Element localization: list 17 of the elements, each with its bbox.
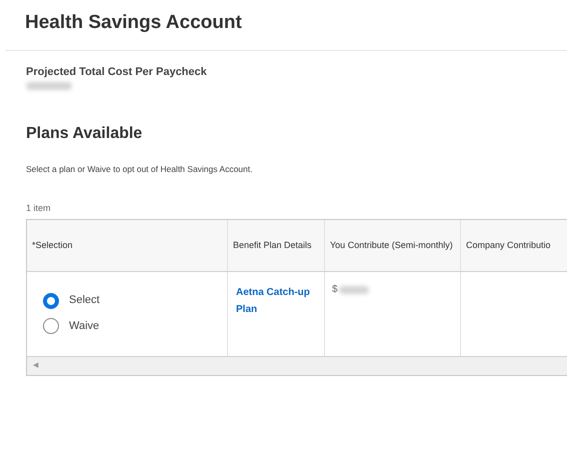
cost-label: Projected Total Cost Per Paycheck bbox=[26, 64, 208, 80]
column-header: You Contribute (Semi-monthly) bbox=[330, 239, 453, 252]
column-header: Benefit Plan Details bbox=[233, 239, 312, 252]
plan-link[interactable]: Aetna Catch-up Plan bbox=[236, 284, 316, 318]
redacted-value bbox=[338, 286, 369, 294]
instructions-text: Select a plan or Waive to opt out of Health Savings Account. bbox=[26, 163, 254, 176]
radio-button[interactable] bbox=[43, 318, 59, 334]
column-header: Company Contributio bbox=[466, 239, 551, 252]
column-header: *Selection bbox=[32, 239, 73, 252]
radio-button[interactable] bbox=[43, 292, 59, 308]
redacted-value bbox=[26, 82, 72, 90]
radio-option[interactable]: Waive bbox=[43, 318, 227, 334]
item-count: 1 item bbox=[26, 202, 52, 215]
section-heading: Plans Available bbox=[26, 124, 144, 144]
radio-option[interactable]: Select bbox=[43, 292, 227, 309]
contribution-amount: $ bbox=[332, 283, 338, 298]
page-title: Health Savings Account bbox=[25, 11, 243, 35]
